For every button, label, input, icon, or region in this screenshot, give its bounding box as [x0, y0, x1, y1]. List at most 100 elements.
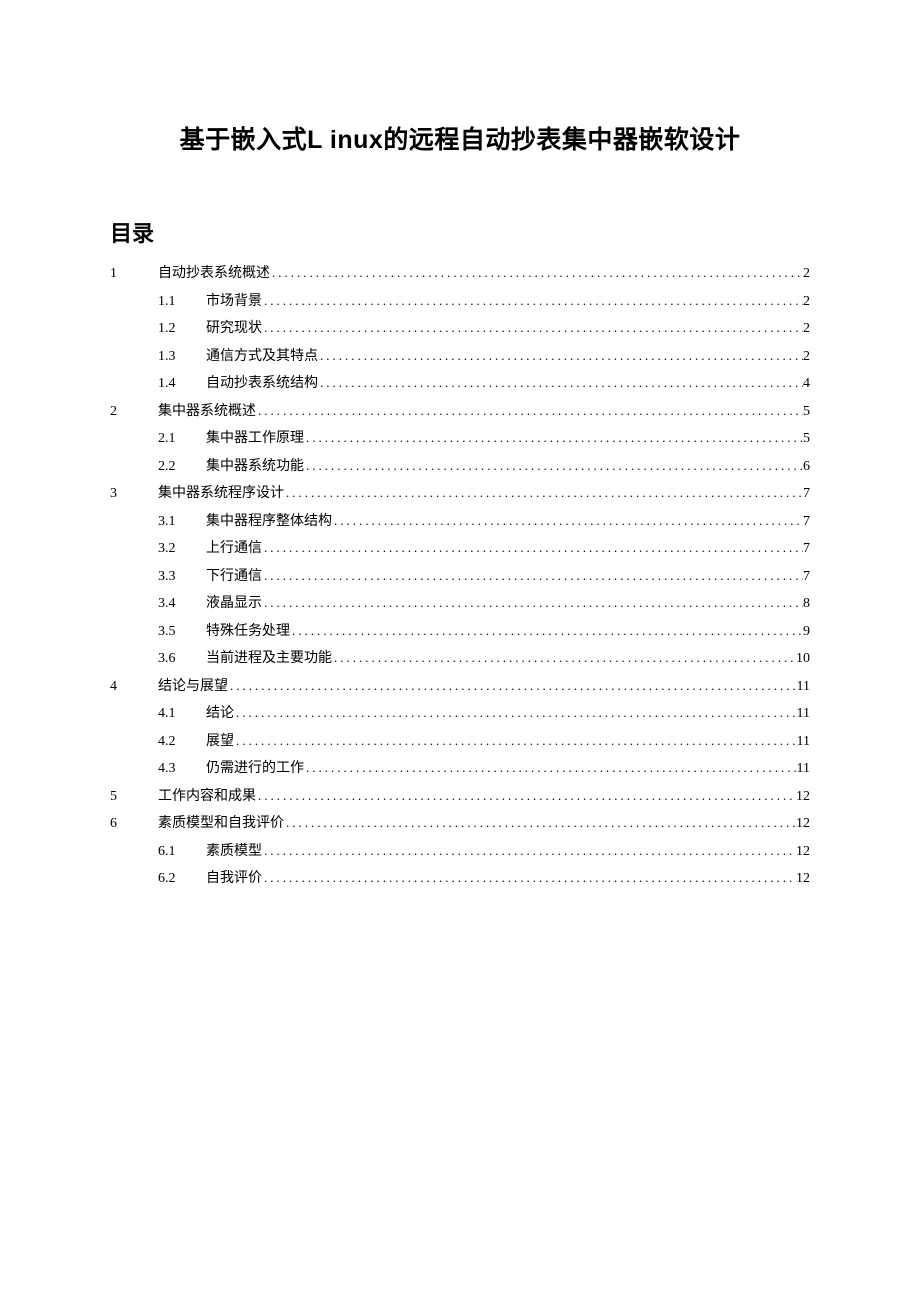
toc-entry: 3.3下行通信7	[110, 569, 810, 584]
toc-page-number: 2	[803, 350, 810, 364]
toc-text: 市场背景	[206, 295, 262, 309]
toc-page-number: 2	[803, 322, 810, 336]
toc-entry: 2.1集中器工作原理5	[110, 431, 810, 446]
toc-leader-dots	[332, 651, 796, 664]
toc-number: 2	[110, 405, 158, 419]
toc-leader-dots	[332, 514, 803, 527]
toc-number: 4.1	[158, 707, 206, 721]
toc-number: 1.4	[158, 377, 206, 391]
toc-text: 展望	[206, 735, 234, 749]
toc-leader-dots	[304, 761, 797, 774]
toc-leader-dots	[304, 431, 803, 444]
toc-number: 3.3	[158, 570, 206, 584]
toc-entry: 1.4自动抄表系统结构 4	[110, 376, 810, 391]
toc-leader-dots	[234, 706, 797, 719]
toc-entry: 2集中器系统概述 5	[110, 404, 810, 419]
toc-leader-dots	[270, 266, 803, 279]
toc-entry: 5工作内容和成果 12	[110, 789, 810, 804]
toc-page-number: 12	[796, 817, 810, 831]
toc-leader-dots	[318, 349, 803, 362]
toc-entry: 2.2集中器系统功能 6	[110, 459, 810, 474]
toc-entry: 6.2自我评价12	[110, 871, 810, 886]
toc-text: 自动抄表系统概述	[158, 267, 270, 281]
toc-page-number: 11	[797, 680, 810, 694]
toc-leader-dots	[262, 569, 803, 582]
toc-leader-dots	[262, 871, 796, 884]
toc-entry: 3.6当前进程及主要功能 10	[110, 651, 810, 666]
toc-page-number: 8	[803, 597, 810, 611]
toc-page-number: 11	[797, 707, 810, 721]
toc-number: 6	[110, 817, 158, 831]
document-title: 基于嵌入式L inux的远程自动抄表集中器嵌软设计	[110, 120, 810, 156]
toc-page-number: 7	[803, 542, 810, 556]
toc-page-number: 7	[803, 515, 810, 529]
toc-leader-dots	[262, 844, 796, 857]
toc-text: 集中器系统功能	[206, 460, 304, 474]
toc-leader-dots	[318, 376, 803, 389]
toc-number: 1.3	[158, 350, 206, 364]
toc-text: 当前进程及主要功能	[206, 652, 332, 666]
toc-page-number: 12	[796, 790, 810, 804]
toc-leader-dots	[262, 541, 803, 554]
toc-entry: 4.1结论 11	[110, 706, 810, 721]
toc-text: 通信方式及其特点	[206, 350, 318, 364]
toc-leader-dots	[228, 679, 797, 692]
toc-entry: 3.2上行通信 7	[110, 541, 810, 556]
toc-text: 上行通信	[206, 542, 262, 556]
toc-number: 3.1	[158, 515, 206, 529]
toc-number: 4.3	[158, 762, 206, 776]
toc-entry: 3集中器系统程序设计 7	[110, 486, 810, 501]
toc-leader-dots	[262, 321, 803, 334]
toc-entry: 3.5特殊任务处理 9	[110, 624, 810, 639]
toc-number: 5	[110, 790, 158, 804]
toc-page-number: 10	[796, 652, 810, 666]
table-of-contents: 1自动抄表系统概述21.1市场背景21.2研究现状21.3通信方式及其特点21.…	[110, 266, 810, 886]
toc-text: 研究现状	[206, 322, 262, 336]
toc-number: 1.2	[158, 322, 206, 336]
toc-page-number: 5	[803, 432, 810, 446]
toc-leader-dots	[304, 459, 803, 472]
toc-page-number: 11	[797, 735, 810, 749]
toc-entry: 6素质模型和自我评价12	[110, 816, 810, 831]
toc-page-number: 9	[803, 625, 810, 639]
toc-page-number: 12	[796, 845, 810, 859]
toc-text: 自动抄表系统结构	[206, 377, 318, 391]
toc-leader-dots	[284, 486, 803, 499]
toc-text: 集中器系统程序设计	[158, 487, 284, 501]
toc-page-number: 4	[803, 377, 810, 391]
toc-page-number: 11	[797, 762, 810, 776]
toc-text: 工作内容和成果	[158, 790, 256, 804]
toc-entry: 1.3通信方式及其特点 2	[110, 349, 810, 364]
toc-entry: 4结论与展望11	[110, 679, 810, 694]
toc-text: 仍需进行的工作	[206, 762, 304, 776]
toc-number: 3.6	[158, 652, 206, 666]
toc-entry: 1自动抄表系统概述 2	[110, 266, 810, 281]
toc-text: 集中器工作原理	[206, 432, 304, 446]
toc-text: 集中器系统概述	[158, 405, 256, 419]
toc-entry: 1.1市场背景 2	[110, 294, 810, 309]
toc-text: 自我评价	[206, 872, 262, 886]
toc-entry: 6.1素质模型12	[110, 844, 810, 859]
toc-leader-dots	[262, 596, 803, 609]
toc-number: 3.2	[158, 542, 206, 556]
toc-leader-dots	[290, 624, 803, 637]
toc-page-number: 6	[803, 460, 810, 474]
toc-text: 结论	[206, 707, 234, 721]
toc-entry: 4.2展望 11	[110, 734, 810, 749]
toc-page-number: 2	[803, 295, 810, 309]
toc-text: 液晶显示	[206, 597, 262, 611]
toc-page-number: 5	[803, 405, 810, 419]
toc-text: 特殊任务处理	[206, 625, 290, 639]
toc-page-number: 12	[796, 872, 810, 886]
toc-entry: 3.1集中器程序整体结构7	[110, 514, 810, 529]
toc-number: 3.5	[158, 625, 206, 639]
toc-number: 1	[110, 267, 158, 281]
toc-number: 2.2	[158, 460, 206, 474]
toc-number: 4.2	[158, 735, 206, 749]
toc-page-number: 2	[803, 267, 810, 281]
toc-number: 3	[110, 487, 158, 501]
toc-page-number: 7	[803, 487, 810, 501]
toc-number: 3.4	[158, 597, 206, 611]
toc-number: 1.1	[158, 295, 206, 309]
toc-leader-dots	[256, 404, 803, 417]
